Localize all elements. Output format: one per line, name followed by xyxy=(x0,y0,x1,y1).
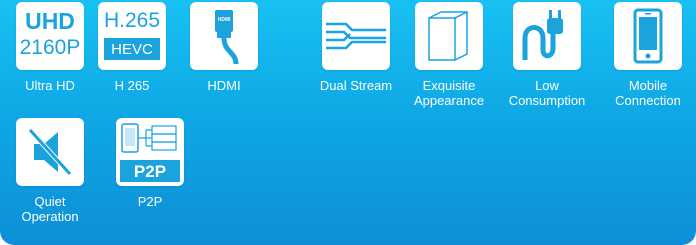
uhd-badge-bottom: 2160P xyxy=(19,36,81,59)
mobile-phone-icon xyxy=(614,2,682,70)
phone-graphic xyxy=(633,8,663,64)
features-panel: UHD 2160P Ultra HD H.265 HEVC H 265 HDMI… xyxy=(0,0,696,245)
feature-label-h265: H 265 xyxy=(114,78,150,93)
box-graphic xyxy=(428,10,468,61)
feature-label-mobile-connection: Mobile Connection xyxy=(615,78,681,108)
dual-stream-icon xyxy=(322,2,390,70)
mute-graphic xyxy=(28,128,72,176)
hdmi-plug-text: HDMI xyxy=(217,17,231,23)
p2p-icon: P2P xyxy=(116,118,184,186)
power-plug-icon xyxy=(513,2,581,70)
dual-stream-graphic xyxy=(326,22,386,50)
feature-label-p2p: P2P xyxy=(137,194,163,209)
h265-hevc-icon: H.265 HEVC xyxy=(98,2,166,70)
mute-speaker-icon xyxy=(16,118,84,186)
hevc-badge-bottom: HEVC xyxy=(111,41,153,58)
plug-graphic xyxy=(522,10,563,60)
feature-label-hdmi: HDMI xyxy=(207,78,241,93)
feature-label-dual-stream: Dual Stream xyxy=(319,78,393,93)
hdmi-cable-graphic xyxy=(215,10,239,65)
feature-label-exquisite-appearance: Exquisite Appearance xyxy=(413,78,485,108)
feature-label-low-consumption: Low Consumption xyxy=(508,78,586,108)
uhd-badge-top: UHD xyxy=(25,8,75,34)
hdmi-cable-icon: HDMI xyxy=(190,2,258,70)
p2p-badge: P2P xyxy=(133,162,167,181)
exquisite-box-icon xyxy=(415,2,483,70)
feature-label-quiet-operation: Quiet Operation xyxy=(21,194,79,224)
uhd-2160p-icon: UHD 2160P xyxy=(16,2,84,70)
h265-badge-top: H.265 xyxy=(103,9,161,32)
